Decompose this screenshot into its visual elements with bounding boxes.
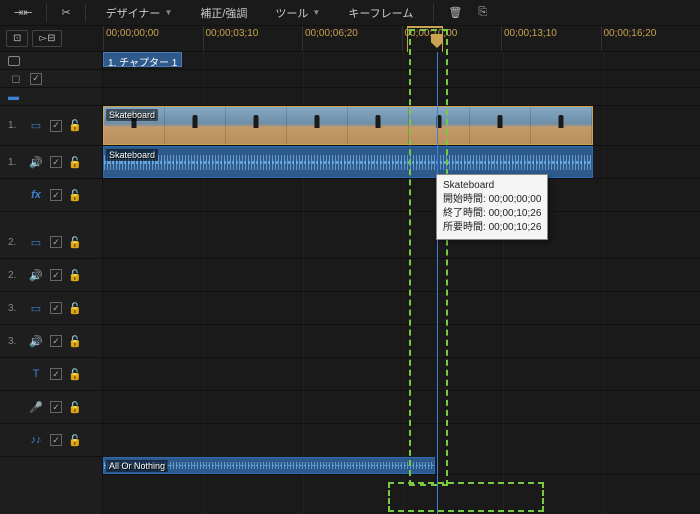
enable-checkbox[interactable]: ✓ [50,401,62,413]
tooltip-end-value: 00;00;10;26 [489,208,542,219]
tooltip-end-label: 終了時間: [443,208,486,219]
audio-track-3-header[interactable]: 3. 🔊 ✓ 🔓 [0,325,102,358]
subtitle-icon: ▬ [8,91,19,103]
enable-checkbox[interactable]: ✓ [50,434,62,446]
comment-icon [8,56,20,66]
zoom-next-button[interactable]: ▻⊟ [32,30,62,47]
divider [85,4,86,22]
clip-label: All Or Nothing [106,460,168,472]
tooltip-dur-label: 所要時間: [443,222,486,233]
marker-track-header[interactable]: ◻ ✓ [0,70,102,88]
enable-checkbox[interactable]: ✓ [50,269,62,281]
lock-icon[interactable]: 🔓 [68,189,82,202]
tooltip-start-value: 00;00;00;00 [489,194,542,205]
audio-track-icon: 🔊 [28,267,44,283]
video-track-3-header[interactable]: 3. ▭ ✓ 🔓 [0,292,102,325]
video-clip-skateboard[interactable]: Skateboard [103,106,593,145]
chevron-down-icon: ▼ [312,8,320,17]
zoom-fit-button[interactable]: ⊡ [6,30,28,47]
keyframe-menu[interactable]: キーフレーム [334,1,427,25]
clip-label: Skateboard [106,109,158,121]
enable-checkbox[interactable]: ✓ [30,73,42,85]
tooltip-dur-value: 00;00;10;26 [489,222,542,233]
enable-checkbox[interactable]: ✓ [50,236,62,248]
lock-icon[interactable]: 🔓 [68,434,82,447]
audio-track-icon: 🔊 [28,333,44,349]
clip-tooltip: Skateboard 開始時間: 00;00;00;00 終了時間: 00;00… [436,174,548,240]
cut-tool-button[interactable]: ✂ [53,2,78,23]
audio-track-1-header[interactable]: 1. 🔊 ✓ 🔓 [0,146,102,179]
divider [433,4,434,22]
timeline-ruler[interactable]: 00;00;00;00 00;00;03;10 00;00;06;20 00;0… [103,26,700,51]
track-number: 3. [8,336,22,347]
video-track-icon: ▭ [28,300,44,316]
music-track-icon: ♪♪ [28,432,44,448]
clip-label: Skateboard [106,149,158,161]
enable-checkbox[interactable]: ✓ [50,302,62,314]
lock-icon[interactable]: 🔓 [68,302,82,315]
lock-icon[interactable]: 🔓 [68,156,82,169]
fx-track-icon: fx [28,187,44,203]
tooltip-start-label: 開始時間: [443,194,486,205]
designer-menu[interactable]: デザイナー▼ [92,1,187,25]
text-track-header[interactable]: T ✓ 🔓 [0,358,102,391]
playhead-line[interactable] [437,52,438,514]
top-toolbar: ⇥⇤ ✂ デザイナー▼ 補正/強調 ツール▼ キーフレーム 🗑 ⎘ [0,0,700,26]
tools-menu[interactable]: ツール▼ [261,1,334,25]
video-track-2-header[interactable]: 2. ▭ ✓ 🔓 [0,226,102,259]
text-track-icon: T [28,366,44,382]
sub-toolbar: ⊡ ▻⊟ 00;00;00;00 00;00;03;10 00;00;06;20… [0,26,700,52]
trim-tool-button[interactable]: ⇥⇤ [6,2,40,23]
track-number: 2. [8,270,22,281]
chapter-marker[interactable]: 1. チャプター 1 [103,52,182,67]
delete-button[interactable]: 🗑 [440,2,470,23]
track-number: 1. [8,157,22,168]
audio-track-icon: 🔊 [28,154,44,170]
lock-icon[interactable]: 🔓 [68,119,82,132]
track-number: 3. [8,303,22,314]
track-headers: ◻ ✓ ▬ 1. ▭ ✓ 🔓 1. 🔊 ✓ 🔓 fx ✓ 🔓 2. ▭ ✓ [0,52,103,514]
chapter-track-header[interactable] [0,52,102,70]
music-track-header[interactable]: ♪♪ ✓ 🔓 [0,424,102,457]
track-number: 1. [8,120,22,131]
ruler-tick: 00;00;06;20 [302,26,402,51]
square-icon: ◻ [8,71,24,87]
lock-icon[interactable]: 🔓 [68,401,82,414]
timeline-content[interactable]: 1. チャプター 1 Skateboard Skateboard All [103,52,700,514]
enable-checkbox[interactable]: ✓ [50,335,62,347]
lock-icon[interactable]: 🔓 [68,236,82,249]
music-clip-all-or-nothing[interactable]: All Or Nothing [103,457,435,474]
video-track-icon: ▭ [28,118,44,134]
divider [46,4,47,22]
correction-menu[interactable]: 補正/強調 [186,1,261,25]
lock-icon[interactable]: 🔓 [68,335,82,348]
lock-icon[interactable]: 🔓 [68,269,82,282]
fx-track-header[interactable]: fx ✓ 🔓 [0,179,102,212]
ruler-tick: 00;00;00;00 [103,26,203,51]
mic-track-icon: 🎤 [28,399,44,415]
mic-track-header[interactable]: 🎤 ✓ 🔓 [0,391,102,424]
enable-checkbox[interactable]: ✓ [50,189,62,201]
enable-checkbox[interactable]: ✓ [50,120,62,132]
track-number: 2. [8,237,22,248]
lock-icon[interactable]: 🔓 [68,368,82,381]
video-track-icon: ▭ [28,234,44,250]
tooltip-title: Skateboard [443,179,541,193]
chevron-down-icon: ▼ [164,8,172,17]
subtitle-track-header[interactable]: ▬ [0,88,102,106]
more-button[interactable]: ⎘ [470,2,495,23]
enable-checkbox[interactable]: ✓ [50,156,62,168]
ruler-tick: 00;00;13;10 [501,26,601,51]
enable-checkbox[interactable]: ✓ [50,368,62,380]
ruler-tick: 00;00;16;20 [601,26,700,51]
audio-track-2-header[interactable]: 2. 🔊 ✓ 🔓 [0,259,102,292]
ruler-tick: 00;00;03;10 [203,26,303,51]
video-track-1-header[interactable]: 1. ▭ ✓ 🔓 [0,106,102,146]
